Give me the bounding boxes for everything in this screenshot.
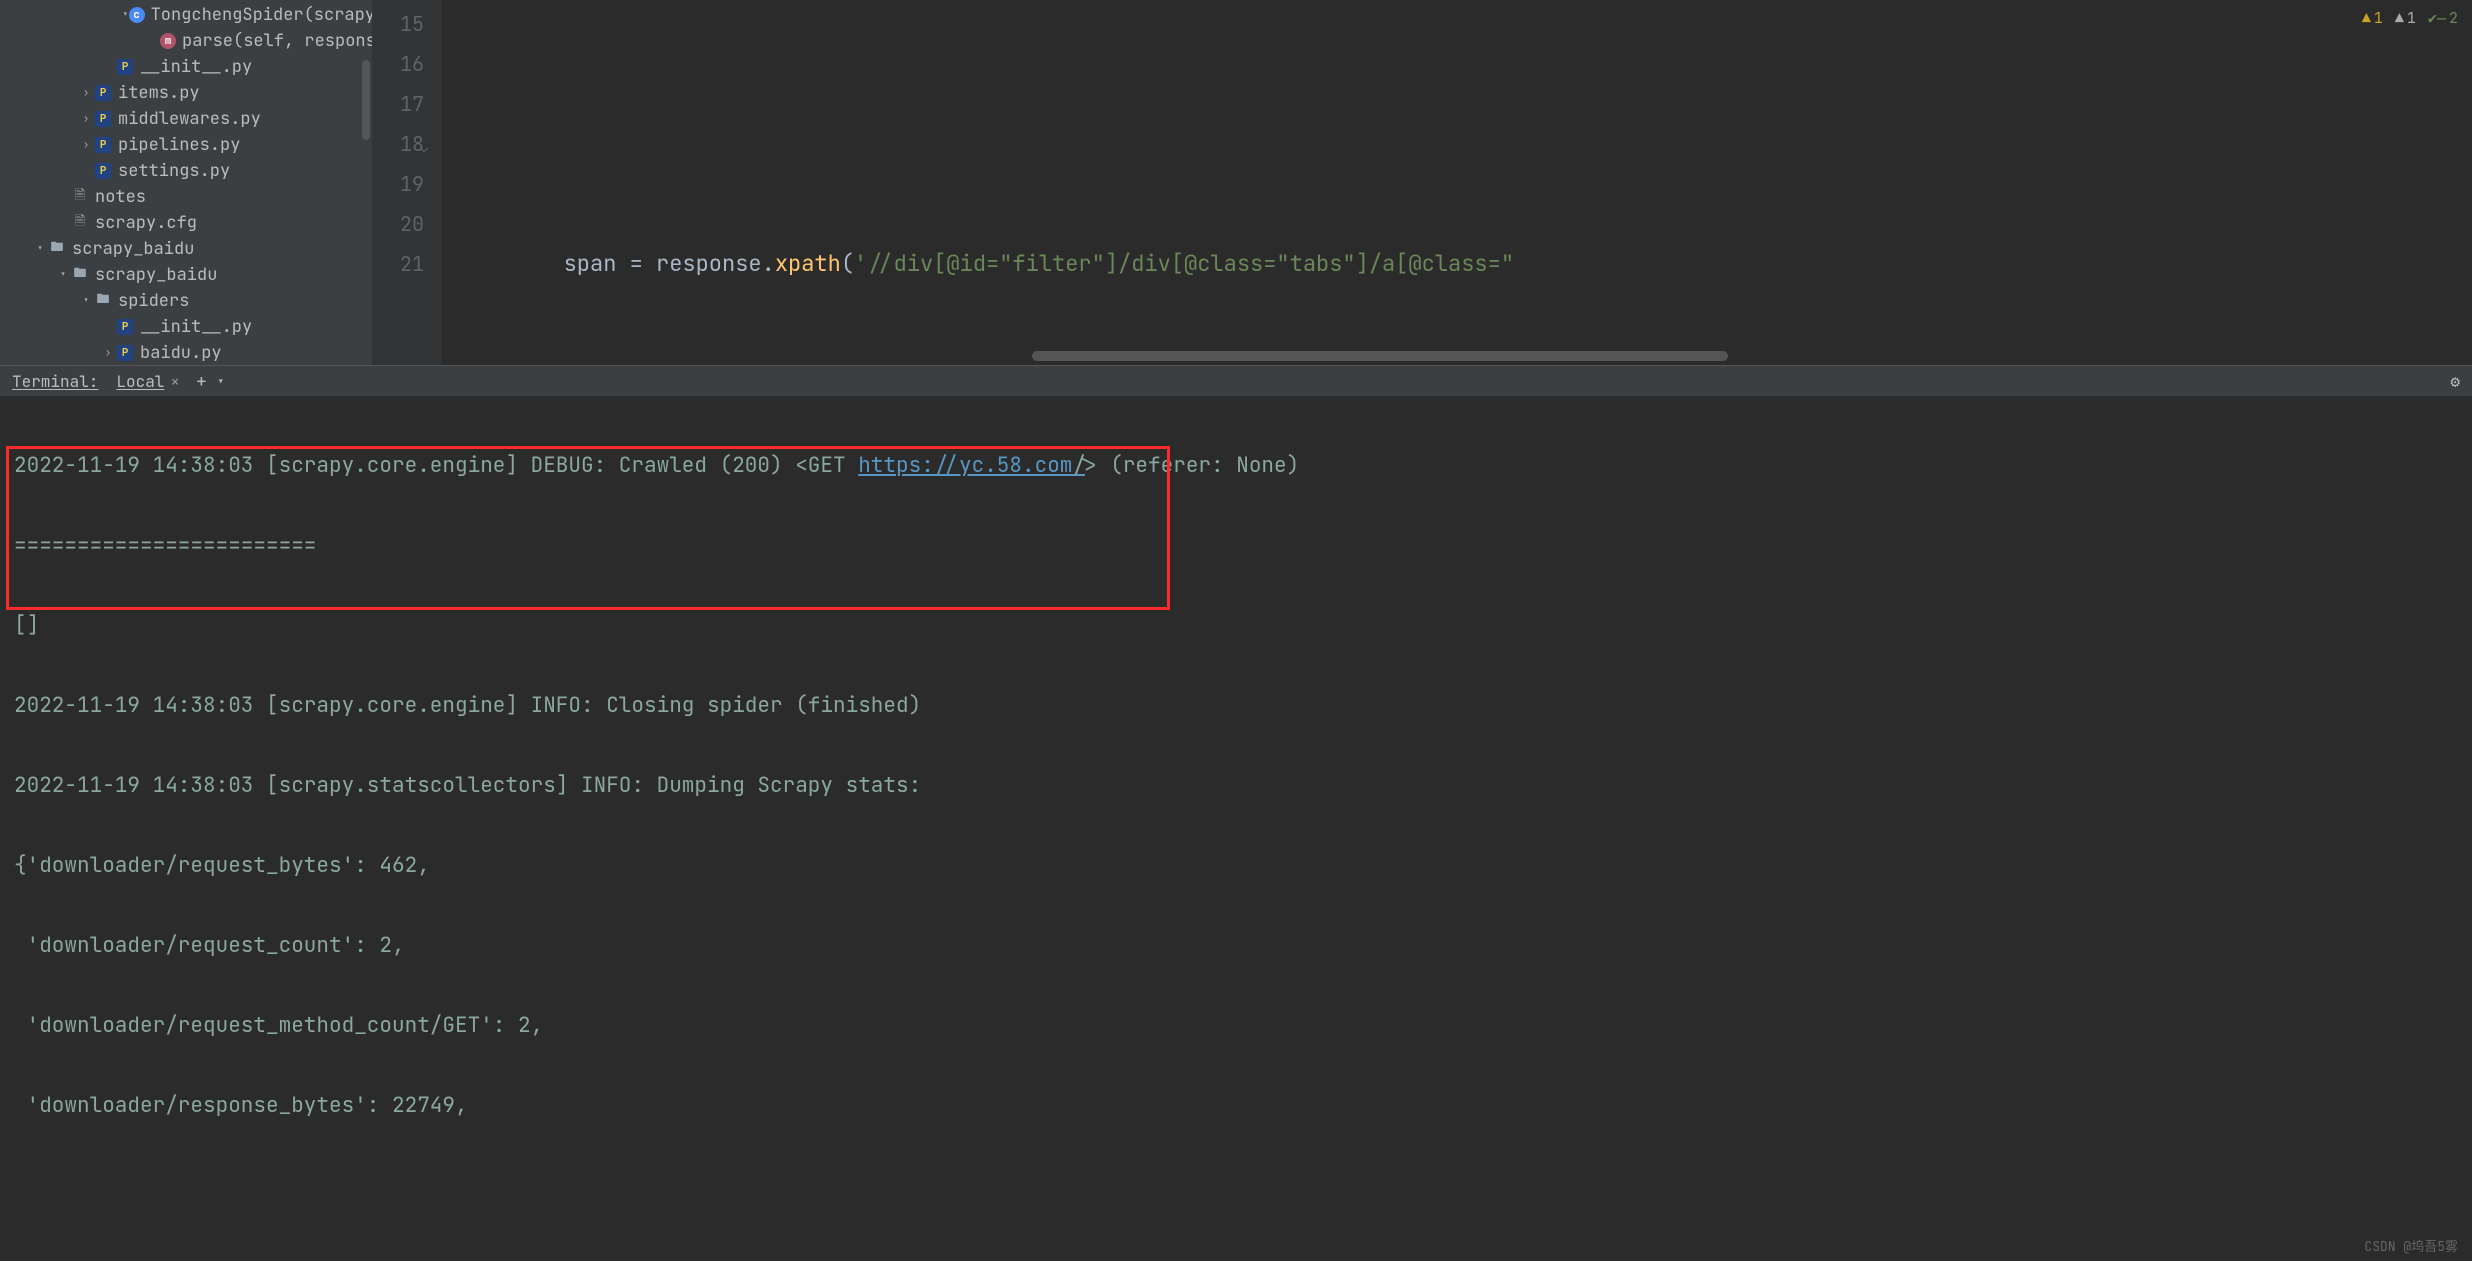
inspection-badges[interactable]: ▲ 1 ▲ 1 ✔̶ 2 (2362, 8, 2458, 28)
tree-item-label: scrapy_baidu (72, 238, 194, 260)
tree-item-parse-self--response[interactable]: m parse(self, response (0, 28, 372, 54)
editor-horizontal-scrollbar[interactable] (1032, 351, 1728, 361)
add-tab-button[interactable]: + (196, 370, 207, 393)
warning-count: 1 (2374, 8, 2383, 28)
tree-item-label: __init__.py (140, 316, 252, 338)
line-number: 18 (372, 124, 424, 164)
tree-item-label: pipelines.py (118, 134, 240, 156)
tree-item-scrapy-cfg[interactable]: 🗎 scrapy.cfg (0, 210, 372, 236)
terminal-line: 2022-11-19 14:38:03 [scrapy.core.engine]… (14, 452, 858, 479)
terminal-url[interactable]: https://yc.58.com/ (858, 452, 1085, 479)
weak-warning-count: 1 (2407, 8, 2416, 28)
tree-arrow-icon[interactable]: › (78, 112, 94, 126)
weak-warning-badge[interactable]: ▲ 1 (2395, 8, 2416, 28)
tree-item-label: spiders (118, 290, 189, 312)
code-text: span = response. (458, 249, 775, 278)
tree-arrow-icon[interactable]: ▾ (32, 242, 48, 256)
method-icon: m (160, 32, 176, 50)
tree-arrow-icon[interactable]: ▾ (122, 8, 129, 22)
line-number: 17 (372, 84, 424, 124)
terminal-line: 'downloader/response_bytes': 22749, (14, 1086, 2458, 1126)
tree-item-baidu-py[interactable]: ›Pbaidu.py (0, 340, 372, 365)
python-file-icon: P (94, 110, 112, 128)
tree-item-settings-py[interactable]: Psettings.py (0, 158, 372, 184)
tree-item-label: middlewares.py (118, 108, 261, 130)
chevron-down-icon[interactable]: ▾ (217, 373, 225, 390)
warning-badge[interactable]: ▲ 1 (2362, 8, 2383, 28)
tree-item-spiders[interactable]: ▾🖿 spiders (0, 288, 372, 314)
tree-item-notes[interactable]: 🗎 notes (0, 184, 372, 210)
tree-arrow-icon[interactable]: › (78, 138, 94, 152)
terminal-line: 'downloader/request_method_count/GET': 2… (14, 1006, 2458, 1046)
code-editor[interactable]: 15 16 17 18 19 20 21 ⌄ span = response.x… (372, 0, 2472, 365)
close-icon[interactable]: × (170, 371, 180, 392)
class-icon: c (129, 6, 145, 24)
tree-item-scrapy-baidu[interactable]: ▾🖿 scrapy_baidu (0, 262, 372, 288)
terminal-line: 'downloader/request_count': 2, (14, 926, 2458, 966)
terminal-title: Terminal: (12, 371, 98, 392)
check-icon: ✔̶ (2428, 8, 2446, 28)
tree-item-label: items.py (118, 82, 200, 104)
gear-icon[interactable]: ⚙ (2450, 371, 2460, 392)
python-file-icon: P (116, 344, 134, 362)
python-file-icon: P (94, 162, 112, 180)
tree-arrow-icon[interactable]: › (78, 86, 94, 100)
tree-item-label: TongchengSpider(scrapy (151, 4, 372, 26)
line-number: 16 (372, 44, 424, 84)
terminal-tab[interactable]: Local × (116, 371, 180, 392)
typo-badge[interactable]: ✔̶ 2 (2428, 8, 2458, 28)
project-tree[interactable]: ▾cTongchengSpider(scrapymparse(self, res… (0, 0, 372, 365)
tree-item-scrapy-baidu[interactable]: ▾🖿 scrapy_baidu (0, 236, 372, 262)
tree-item-label: __init__.py (140, 56, 252, 78)
code-string: '//div[@id="filter"]/div[@class="tabs"]/… (854, 249, 1514, 278)
code-content[interactable]: ⌄ span = response.xpath('//div[@id="filt… (442, 0, 2472, 365)
code-punct: ( (841, 249, 854, 278)
tree-arrow-icon[interactable]: ▾ (55, 268, 71, 282)
sidebar-scrollbar[interactable] (362, 60, 370, 140)
line-number: 15 (372, 4, 424, 44)
tree-item-label: scrapy.cfg (95, 212, 197, 234)
line-gutter: 15 16 17 18 19 20 21 (372, 0, 442, 365)
folder-icon: 🖿 (94, 292, 112, 310)
python-file-icon: P (94, 84, 112, 102)
code-func: xpath (775, 249, 841, 278)
line-number: 21 (372, 244, 424, 284)
line-number: 20 (372, 204, 424, 244)
python-file-icon: P (116, 58, 134, 76)
tree-arrow-icon[interactable]: › (100, 346, 116, 360)
typo-count: 2 (2449, 8, 2458, 28)
python-file-icon: P (94, 136, 112, 154)
terminal-line: 2022-11-19 14:38:03 [scrapy.statscollect… (14, 766, 2458, 806)
fold-icon[interactable]: ⌄ (420, 128, 428, 168)
terminal-output[interactable]: 2022-11-19 14:38:03 [scrapy.core.engine]… (0, 396, 2472, 1256)
terminal-line: {'downloader/request_bytes': 462, (14, 846, 2458, 886)
tree-item-tongchengspider-scrapy[interactable]: ▾c TongchengSpider(scrapy (0, 2, 372, 28)
file-icon: 🗎 (71, 214, 89, 232)
terminal-line: > (referer: None) (1085, 452, 1299, 479)
folder-icon: 🖿 (48, 240, 66, 258)
tree-item-label: settings.py (118, 160, 230, 182)
tree-item-middlewares-py[interactable]: ›Pmiddlewares.py (0, 106, 372, 132)
terminal-line: ======================== (14, 526, 2458, 566)
tree-item---init---py[interactable]: P __init__.py (0, 54, 372, 80)
terminal-header: Terminal: Local × + ▾ ⚙ (0, 366, 2472, 396)
tree-item-label: notes (95, 186, 146, 208)
file-icon: 🗎 (71, 188, 89, 206)
line-number: 19 (372, 164, 424, 204)
tree-item---init---py[interactable]: P __init__.py (0, 314, 372, 340)
tree-item-pipelines-py[interactable]: ›Ppipelines.py (0, 132, 372, 158)
tree-item-items-py[interactable]: ›Pitems.py (0, 80, 372, 106)
terminal-line: [] (14, 606, 2458, 646)
folder-icon: 🖿 (71, 266, 89, 284)
warning-icon: ▲ (2362, 8, 2371, 28)
watermark: CSDN @坞吾5雾 (2364, 1236, 2458, 1255)
tree-item-label: scrapy_baidu (95, 264, 217, 286)
tree-item-label: parse(self, response (182, 30, 372, 52)
python-file-icon: P (116, 318, 134, 336)
terminal-line: 2022-11-19 14:38:03 [scrapy.core.engine]… (14, 686, 2458, 726)
tree-item-label: baidu.py (140, 342, 222, 364)
warning-icon: ▲ (2395, 8, 2404, 28)
terminal-tab-name: Local (116, 371, 164, 392)
tree-arrow-icon[interactable]: ▾ (78, 294, 94, 308)
